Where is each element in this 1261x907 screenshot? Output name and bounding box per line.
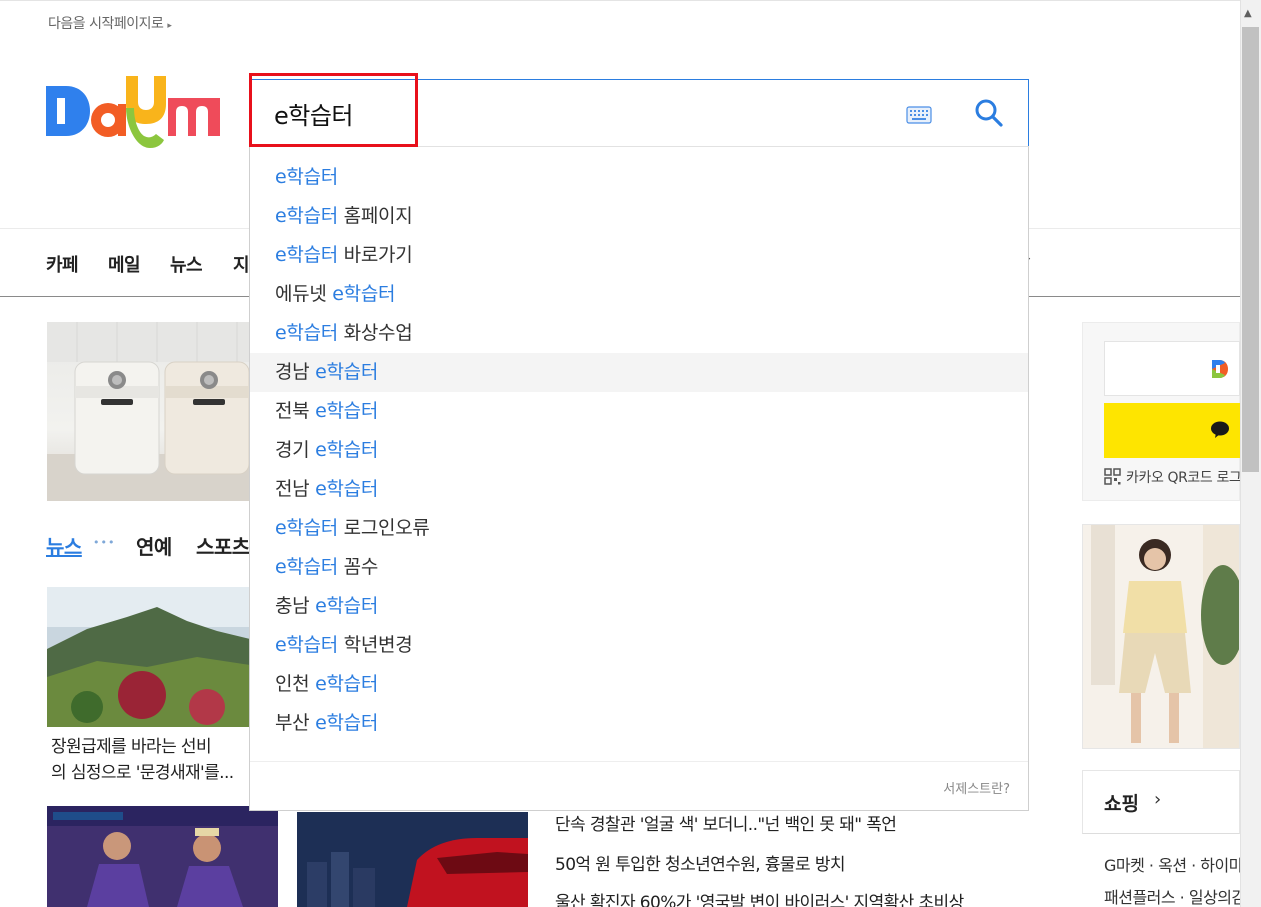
- suggestion-item-hovered[interactable]: 경남 e학습터: [250, 353, 1028, 392]
- suggestions-footer: 서제스트란?: [250, 761, 1028, 811]
- suggestion-item[interactable]: e학습터 바로가기: [250, 236, 1028, 275]
- tab-entertainment[interactable]: 연예: [136, 531, 172, 560]
- start-page-link[interactable]: 다음을 시작페이지로 ▸: [48, 13, 172, 33]
- highlight-box: [249, 73, 418, 147]
- fashion-ad-image[interactable]: [1082, 524, 1240, 749]
- nav-mail[interactable]: 메일: [108, 251, 141, 277]
- suggestion-item[interactable]: 전북 e학습터: [250, 392, 1028, 431]
- qr-code-icon[interactable]: [1104, 468, 1121, 489]
- suggestion-item[interactable]: 인천 e학습터: [250, 665, 1028, 704]
- search-icon[interactable]: [974, 98, 1004, 132]
- news-photo-mountain[interactable]: [47, 587, 250, 727]
- kakao-speech-bubble-icon: [1210, 420, 1230, 444]
- shopping-title[interactable]: 쇼핑: [1104, 789, 1139, 816]
- shopping-links[interactable]: G마켓 · 옥션 · 하이마트: [1104, 852, 1240, 876]
- suggestion-item[interactable]: e학습터 홈페이지: [250, 197, 1028, 236]
- suggestion-item[interactable]: 충남 e학습터: [250, 587, 1028, 626]
- headline-link[interactable]: 울산 확진자 60%가 '영국발 변이 바이러스' 지역확산 초비상: [555, 888, 964, 907]
- kakao-qr-login-link[interactable]: 카카오 QR코드 로그인: [1126, 467, 1240, 487]
- news-photo-car[interactable]: [297, 812, 528, 907]
- suggestion-item[interactable]: e학습터 학년변경: [250, 626, 1028, 665]
- headline-link[interactable]: 단속 경찰관 '얼굴 색' 보더니.."넌 백인 못 돼" 폭언: [555, 810, 897, 835]
- suggestion-item[interactable]: 부산 e학습터: [250, 704, 1028, 743]
- tab-news[interactable]: 뉴스: [46, 531, 82, 560]
- suggestion-item[interactable]: 경기 e학습터: [250, 431, 1028, 470]
- scrollbar-thumb[interactable]: [1242, 27, 1259, 472]
- suggestion-item[interactable]: 에듀넷 e학습터: [250, 275, 1028, 314]
- headline-link[interactable]: 50억 원 투입한 청소년연수원, 흉물로 방치: [555, 850, 846, 875]
- news-caption[interactable]: 장원급제를 바라는 선비 의 심정으로 '문경새재'를...: [51, 734, 250, 786]
- daum-logo[interactable]: [46, 74, 222, 150]
- daum-d-icon: [1210, 358, 1230, 384]
- keyboard-icon[interactable]: [906, 106, 932, 128]
- tab-more-dots[interactable]: •••: [93, 536, 115, 549]
- triangle-right-icon: ▸: [167, 21, 172, 31]
- suggestion-item[interactable]: e학습터 로그인오류: [250, 509, 1028, 548]
- suggestion-item[interactable]: e학습터 화상수업: [250, 314, 1028, 353]
- scroll-up-arrow-icon[interactable]: ▲: [1244, 8, 1252, 19]
- tab-sports[interactable]: 스포츠: [196, 531, 250, 560]
- suggestion-item[interactable]: e학습터: [250, 158, 1028, 197]
- nav-cafe[interactable]: 카페: [46, 251, 79, 277]
- suggest-help-link[interactable]: 서제스트란?: [943, 778, 1010, 797]
- search-suggestions-dropdown: e학습터 e학습터 홈페이지 e학습터 바로가기 에듀넷 e학습터 e학습터 화…: [249, 146, 1029, 811]
- nav-news[interactable]: 뉴스: [170, 251, 203, 277]
- top-border: [0, 0, 1240, 1]
- shopping-links[interactable]: 패션플러스 · 일상의감각: [1104, 884, 1240, 907]
- chevron-right-icon[interactable]: ›: [1154, 789, 1161, 810]
- suggestion-item[interactable]: e학습터 꼼수: [250, 548, 1028, 587]
- nav-map[interactable]: 지: [233, 251, 250, 277]
- news-photo-soccer[interactable]: [47, 806, 278, 907]
- suggestion-item[interactable]: 전남 e학습터: [250, 470, 1028, 509]
- banner-ad-image[interactable]: [47, 322, 250, 501]
